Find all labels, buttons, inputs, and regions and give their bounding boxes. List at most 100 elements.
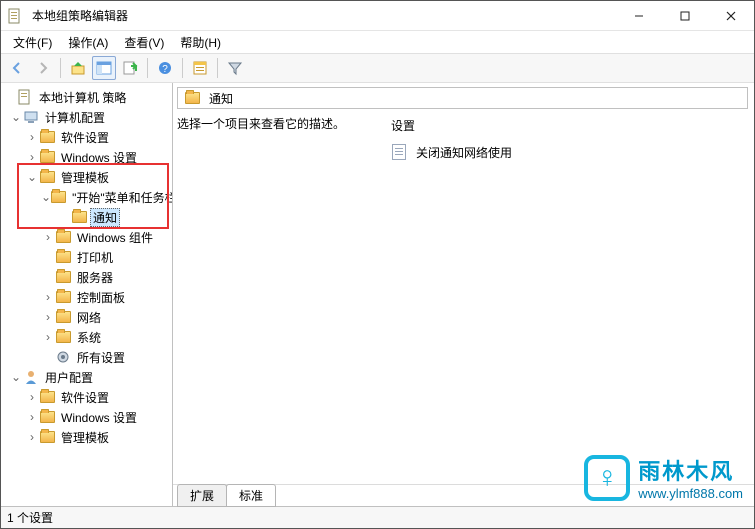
menu-action[interactable]: 操作(A) — [62, 32, 114, 53]
folder-icon — [55, 269, 71, 285]
tree-item[interactable]: › 控制面板 — [1, 287, 172, 307]
setting-item[interactable]: 关闭通知网络使用 — [391, 142, 748, 162]
toolbar-separator — [60, 58, 61, 78]
folder-icon — [39, 149, 55, 165]
menu-bar: 文件(F) 操作(A) 查看(V) 帮助(H) — [1, 31, 754, 53]
tree-item[interactable]: › Windows 设置 — [1, 147, 172, 167]
tree-label: Windows 设置 — [58, 148, 140, 167]
expand-icon[interactable]: › — [41, 311, 55, 323]
description-column: 选择一个项目来查看它的描述。 — [177, 115, 367, 484]
tree-item[interactable]: › 管理模板 — [1, 427, 172, 447]
folder-icon — [71, 209, 87, 225]
tree-label: 打印机 — [74, 248, 116, 267]
column-header-setting[interactable]: 设置 — [391, 115, 748, 142]
tree-notify[interactable]: ›通知 — [1, 207, 172, 227]
tabs: 扩展 标准 — [173, 484, 754, 506]
toolbar-separator — [147, 58, 148, 78]
collapse-icon[interactable]: ⌄ — [25, 171, 39, 183]
filter-button[interactable] — [223, 56, 247, 80]
show-hide-tree-button[interactable] — [92, 56, 116, 80]
svg-text:?: ? — [162, 64, 168, 75]
app-icon — [7, 8, 23, 24]
window-controls — [616, 1, 754, 30]
user-icon — [23, 369, 39, 385]
folder-icon — [55, 249, 71, 265]
export-button[interactable] — [118, 56, 142, 80]
tree-admin-templates[interactable]: ⌄ 管理模板 — [1, 167, 172, 187]
folder-icon — [184, 90, 200, 106]
setting-label: 关闭通知网络使用 — [416, 144, 512, 161]
expand-icon[interactable]: › — [41, 331, 55, 343]
folder-icon — [39, 429, 55, 445]
menu-help[interactable]: 帮助(H) — [174, 32, 227, 53]
tree-label: 管理模板 — [58, 168, 112, 187]
tree-item[interactable]: › 网络 — [1, 307, 172, 327]
maximize-button[interactable] — [662, 1, 708, 30]
policy-item-icon — [391, 144, 407, 160]
menu-view[interactable]: 查看(V) — [118, 32, 170, 53]
tree-label: 计算机配置 — [42, 108, 108, 127]
menu-file[interactable]: 文件(F) — [7, 32, 58, 53]
settings-list: 设置 关闭通知网络使用 — [391, 115, 748, 484]
toolbar-separator — [182, 58, 183, 78]
window-title: 本地组策略编辑器 — [32, 7, 616, 24]
settings-icon — [55, 349, 71, 365]
tree-panel[interactable]: ▾ 本地计算机 策略 ⌄ 计算机配置 › 软件设置 › Windows 设置 ⌄ 管理… — [1, 83, 173, 506]
forward-button[interactable] — [31, 56, 55, 80]
folder-icon — [39, 409, 55, 425]
expand-icon[interactable]: › — [41, 291, 55, 303]
tree-label: Windows 组件 — [74, 228, 156, 247]
computer-icon — [23, 109, 39, 125]
minimize-button[interactable] — [616, 1, 662, 30]
folder-icon — [55, 309, 71, 325]
expand-icon[interactable]: › — [25, 411, 39, 423]
tree-label: 网络 — [74, 308, 104, 327]
tree-item[interactable]: ›所有设置 — [1, 347, 172, 367]
tree-item[interactable]: ›打印机 — [1, 247, 172, 267]
description-prompt: 选择一个项目来查看它的描述。 — [177, 115, 367, 132]
tree-label: 服务器 — [74, 268, 116, 287]
expand-icon[interactable]: › — [25, 391, 39, 403]
status-bar: 1 个设置 — [1, 506, 754, 528]
folder-icon — [39, 129, 55, 145]
collapse-icon[interactable]: ⌄ — [9, 371, 23, 383]
content-area: ▾ 本地计算机 策略 ⌄ 计算机配置 › 软件设置 › Windows 设置 ⌄ 管理… — [1, 83, 754, 506]
toolbar-separator — [217, 58, 218, 78]
panel-header: 通知 — [177, 87, 748, 109]
folder-icon — [55, 229, 71, 245]
tree-item[interactable]: › Windows 设置 — [1, 407, 172, 427]
tree-label: 管理模板 — [58, 428, 112, 447]
tree-item[interactable]: › 软件设置 — [1, 127, 172, 147]
tree-item[interactable]: › 软件设置 — [1, 387, 172, 407]
expand-icon[interactable]: › — [25, 131, 39, 143]
tab-extended[interactable]: 扩展 — [177, 484, 227, 507]
tree-item[interactable]: ›服务器 — [1, 267, 172, 287]
expand-icon[interactable]: › — [25, 431, 39, 443]
properties-button[interactable] — [188, 56, 212, 80]
tree-label-selected: 通知 — [90, 208, 120, 227]
tree-label: "开始"菜单和任务栏 — [69, 188, 173, 207]
expand-icon[interactable]: › — [41, 231, 55, 243]
tab-standard[interactable]: 标准 — [226, 484, 276, 507]
close-button[interactable] — [708, 1, 754, 30]
tree-start-menu[interactable]: ⌄ "开始"菜单和任务栏 — [1, 187, 172, 207]
tree-label: 所有设置 — [74, 348, 128, 367]
title-bar: 本地组策略编辑器 — [1, 1, 754, 31]
tree-user-config[interactable]: ⌄用户配置 — [1, 367, 172, 387]
help-button[interactable]: ? — [153, 56, 177, 80]
tree-root[interactable]: ▾ 本地计算机 策略 — [1, 87, 172, 107]
expand-icon[interactable]: › — [25, 151, 39, 163]
collapse-icon[interactable]: ⌄ — [9, 111, 23, 123]
tree-label: 控制面板 — [74, 288, 128, 307]
collapse-icon[interactable]: ⌄ — [41, 191, 51, 203]
right-panel: 通知 选择一个项目来查看它的描述。 设置 关闭通知网络使用 扩展 标准 — [173, 83, 754, 506]
tree-item[interactable]: › Windows 组件 — [1, 227, 172, 247]
tree-label: 软件设置 — [58, 388, 112, 407]
back-button[interactable] — [5, 56, 29, 80]
tree-computer-config[interactable]: ⌄ 计算机配置 — [1, 107, 172, 127]
up-button[interactable] — [66, 56, 90, 80]
tree-label: 软件设置 — [58, 128, 112, 147]
tree-label: 系统 — [74, 328, 104, 347]
tree-item[interactable]: › 系统 — [1, 327, 172, 347]
tree-label: Windows 设置 — [58, 408, 140, 427]
